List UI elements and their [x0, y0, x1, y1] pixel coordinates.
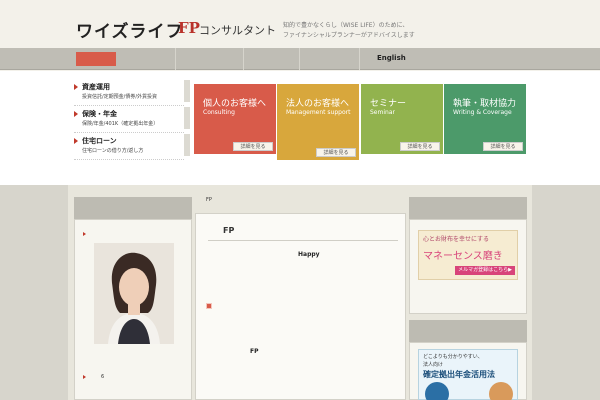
logo-subtitle: コンサルタント	[199, 24, 276, 37]
nav-item-4[interactable]	[300, 48, 360, 70]
side-menu-title: 住宅ローン	[82, 137, 117, 145]
banner-line-3: 確定拠出年金活用法	[423, 370, 495, 379]
tagline-line-2: ファイナンシャルプランナーがアドバイスします	[283, 32, 415, 39]
card-subtitle: Management support	[286, 109, 351, 116]
side-menu-edge	[184, 134, 190, 156]
card-writing[interactable]: 執筆・取材協力 Writing & Coverage 詳細を見る	[444, 84, 526, 154]
card-detail-button[interactable]: 詳細を見る	[233, 142, 273, 151]
arrow-right-icon	[74, 138, 78, 144]
arrow-right-icon	[74, 84, 78, 90]
nav-item-3[interactable]	[244, 48, 300, 70]
side-menu-sub: 投資信託/定期預金/債券/外貨投資	[82, 94, 158, 100]
main-title: FP	[223, 226, 235, 235]
side-menu-item-insurance[interactable]: 保険・年金 保険/年金/401K（確定拠出年金）	[74, 107, 190, 133]
card-detail-button[interactable]: 詳細を見る	[483, 142, 523, 151]
side-menu-item-investment[interactable]: 資産運用 投資信託/定期預金/債券/外貨投資	[74, 80, 190, 106]
breadcrumb[interactable]: FP	[206, 197, 212, 203]
card-subtitle: Seminar	[370, 109, 395, 116]
card-seminar[interactable]: セミナー Seminar 詳細を見る	[361, 84, 443, 154]
illustration-person-icon	[425, 382, 449, 400]
side-menu-title: 資産運用	[82, 83, 110, 91]
banner-line-2: 法人向け	[423, 362, 444, 368]
site-header: ワイズライフ FP コンサルタント 知的で豊かなくらし（WISE LIFE）のた…	[0, 0, 600, 48]
tagline: 知的で豊かなくらし（WISE LIFE）のために、 ファイナンシャルプランナーが…	[283, 21, 415, 41]
newsletter-signup-button[interactable]: メルマガ登録はこちら▶	[455, 266, 515, 275]
card-title: 法人のお客様へ	[286, 99, 350, 109]
side-menu-item-mortgage[interactable]: 住宅ローン 住宅ローンの借り方/返し方	[74, 134, 190, 160]
left-column-note: 6	[101, 374, 105, 380]
site-logo[interactable]: ワイズライフ	[76, 17, 184, 42]
right-column-header-2	[409, 320, 527, 342]
card-title: 個人のお客様へ	[203, 99, 267, 109]
side-menu-title: 保険・年金	[82, 110, 117, 118]
right-column-header	[409, 197, 527, 219]
illustration-person-icon	[489, 382, 513, 400]
main-fp-label: FP	[250, 348, 259, 355]
card-individual[interactable]: 個人のお客様へ Consulting 詳細を見る	[194, 84, 276, 154]
banner-line-1: 心とお財布を幸せにする	[423, 236, 490, 243]
profile-photo-image	[94, 243, 174, 344]
nav-item-2[interactable]	[176, 48, 244, 70]
card-detail-button[interactable]: 詳細を見る	[316, 148, 356, 157]
arrow-right-icon	[83, 375, 86, 379]
arrow-right-icon	[83, 232, 86, 236]
profile-photo	[94, 243, 174, 344]
pension-banner[interactable]: どこよりも分かりやすい、 法人向け 確定拠出年金活用法	[418, 349, 518, 400]
main-panel	[195, 213, 406, 400]
side-menu-sub: 保険/年金/401K（確定拠出年金）	[82, 121, 159, 127]
arrow-right-icon	[74, 111, 78, 117]
card-title: セミナー	[370, 99, 407, 109]
side-menu-edge	[184, 107, 190, 129]
logo-fp: FP	[178, 19, 200, 37]
side-menu-sub: 住宅ローンの借り方/返し方	[82, 148, 144, 154]
card-detail-button[interactable]: 詳細を見る	[400, 142, 440, 151]
divider	[208, 240, 398, 241]
nav-english-link[interactable]: English	[377, 54, 406, 62]
card-corporate[interactable]: 法人のお客様へ Management support 詳細を見る	[277, 84, 359, 160]
left-column-header	[74, 197, 192, 219]
global-nav: English	[0, 48, 600, 70]
nav-home-button[interactable]	[76, 52, 116, 66]
tagline-line-1: 知的で豊かなくらし（WISE LIFE）のために、	[283, 22, 409, 29]
card-subtitle: Writing & Coverage	[453, 109, 512, 116]
banner-line-1: どこよりも分かりやすい、	[423, 354, 483, 360]
banner-line-2: マネーセンス磨き	[423, 251, 503, 262]
card-subtitle: Consulting	[203, 109, 235, 116]
nav-item-1[interactable]	[116, 48, 176, 70]
newsletter-banner[interactable]: 心とお財布を幸せにする マネーセンス磨き メルマガ登録はこちら▶	[418, 230, 518, 280]
side-menu: 資産運用 投資信託/定期預金/債券/外貨投資 保険・年金 保険/年金/401K（…	[74, 80, 190, 161]
square-bullet-icon	[206, 303, 212, 309]
card-title: 執筆・取材協力	[453, 99, 517, 109]
main-heading-happy: Happy	[298, 251, 320, 258]
side-menu-edge	[184, 80, 190, 102]
